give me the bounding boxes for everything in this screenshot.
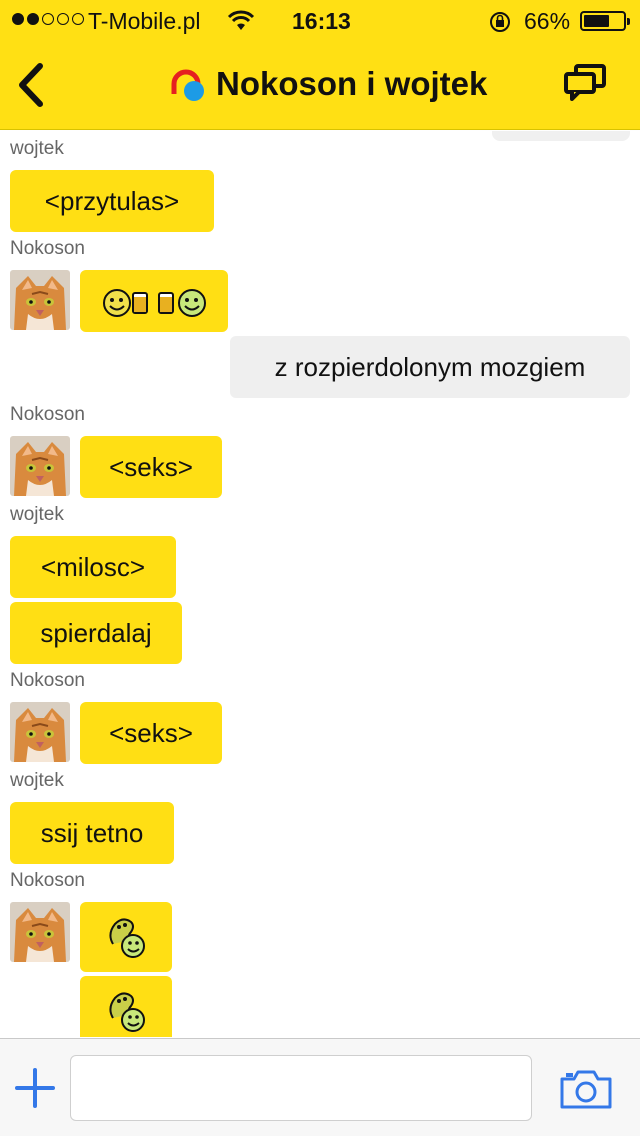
message-bubble[interactable]: <seks> [80,702,222,764]
plus-icon[interactable] [14,1067,56,1109]
message-bubble[interactable]: <przytulas> [10,170,214,232]
message-bubble[interactable]: <seks> [80,436,222,498]
conversation-title-text: Nokoson i wojtek [216,65,488,102]
emoji-message-bubble[interactable] [80,902,172,972]
sender-name: Nokoson [10,670,85,691]
message-input[interactable] [70,1055,532,1121]
rotation-lock-icon [490,12,510,32]
previous-message-bubble [492,131,630,141]
avatar[interactable] [10,436,70,496]
smiley-beer-emoji-icon [103,289,206,317]
sender-name: Nokoson [10,870,85,891]
avatar[interactable] [10,902,70,962]
own-message-bubble[interactable]: z rozpierdolonym mozgiem [230,336,630,398]
camera-icon[interactable] [558,1067,614,1111]
message-bubble[interactable]: spierdalaj [10,602,182,664]
battery-icon [580,11,630,31]
conversation-title[interactable]: Nokoson i wojtek [168,62,487,106]
sender-name: wojtek [10,504,64,525]
composer-bar [0,1038,640,1136]
avatar[interactable] [10,702,70,762]
signal-strength-icon [12,13,84,25]
message-bubble[interactable]: ssij tetno [10,802,174,864]
chats-icon[interactable] [562,62,610,102]
sender-name: Nokoson [10,238,85,259]
top-bar: T-Mobile.pl 16:13 66% Nokoson i wojtek [0,0,640,130]
message-list[interactable]: wojtek <przytulas> Nokoson z rozpierdolo… [0,131,640,1037]
back-chevron-icon[interactable] [12,62,52,108]
sender-name: wojtek [10,138,64,159]
message-bubble[interactable]: <milosc> [10,536,176,598]
snake-smiley-emoji-icon [109,918,145,958]
chat-logo-icon [171,69,204,101]
status-bar: T-Mobile.pl 16:13 66% [0,0,640,40]
carrier-name: T-Mobile.pl [88,8,201,34]
sender-name: Nokoson [10,404,85,425]
wifi-icon [227,10,255,30]
sender-name: wojtek [10,770,64,791]
battery-percent: 66% [524,8,571,34]
emoji-message-bubble[interactable] [80,976,172,1037]
emoji-message-bubble[interactable] [80,270,228,332]
status-time: 16:13 [292,8,351,34]
avatar[interactable] [10,270,70,330]
snake-smiley-emoji-icon [109,992,145,1032]
